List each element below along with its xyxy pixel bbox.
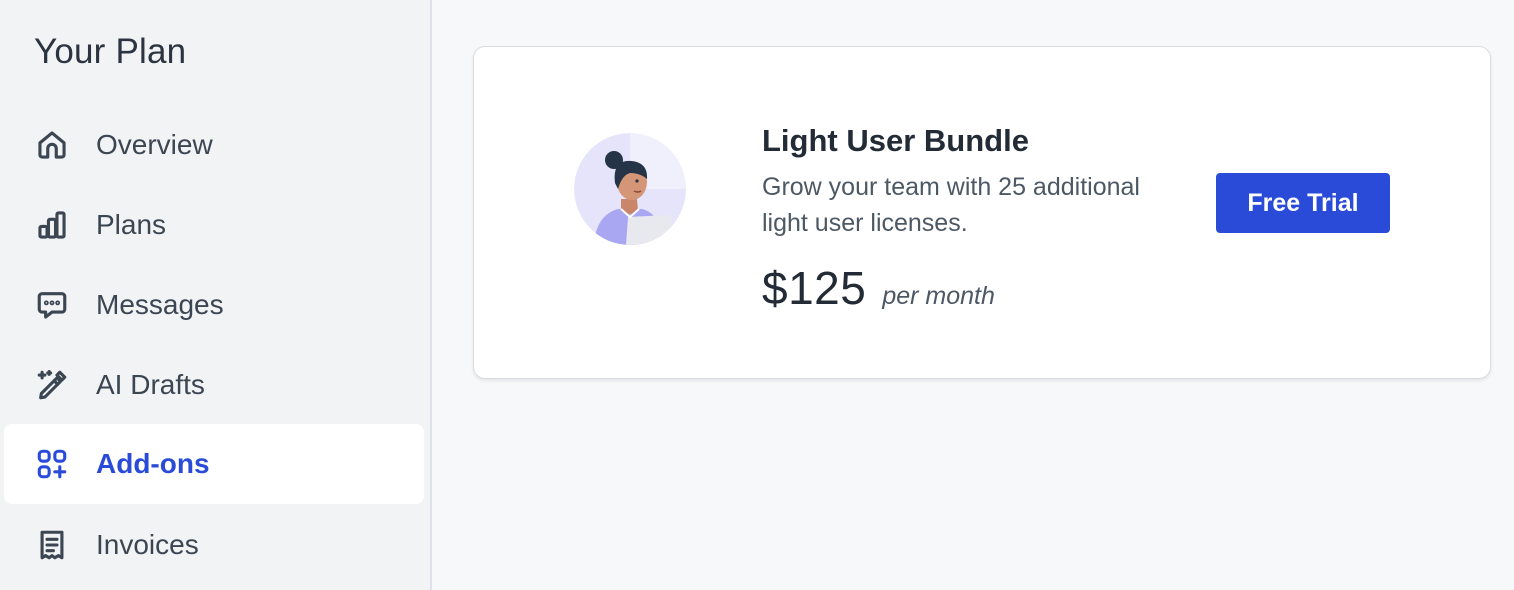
app: Your Plan Overview Plans Messages AI Dra… [0,0,1514,590]
grid-plus-icon [34,446,70,482]
receipt-icon [34,527,70,563]
sidebar-item-overview[interactable]: Overview [4,105,424,185]
sidebar-item-label: Invoices [96,529,199,560]
bar-chart-icon [34,207,70,243]
chat-bubble-icon [34,287,70,323]
sidebar-item-label: Plans [96,209,167,240]
addon-description: Grow your team with 25 additional light … [762,173,1140,237]
sidebar-item-label: Overview [96,129,213,160]
sidebar-item-plans[interactable]: Plans [4,185,424,265]
sidebar-item-invoices[interactable]: Invoices [4,505,424,585]
sidebar-item-label: Add-ons [96,448,210,479]
sidebar-item-label: AI Drafts [96,369,205,400]
price-period: per month [882,282,995,310]
addon-price: $125 [762,262,867,314]
sidebar-item-add-ons[interactable]: Add-ons [4,424,424,504]
sidebar-item-messages[interactable]: Messages [4,265,424,345]
magic-pencil-icon [34,367,70,403]
person-illustration [574,133,686,245]
sidebar-item-ai-drafts[interactable]: AI Drafts [4,345,424,425]
free-trial-button[interactable]: Free Trial [1216,173,1390,233]
addon-card: Light User Bundle Grow your team with 25… [473,46,1491,379]
addon-title: Light User Bundle [762,123,1029,158]
price-row: $125 per month [762,261,995,315]
home-icon [34,127,70,163]
sidebar-item-label: Messages [96,289,224,320]
sidebar: Your Plan Overview Plans Messages AI Dra… [0,0,432,590]
sidebar-title: Your Plan [34,32,187,71]
